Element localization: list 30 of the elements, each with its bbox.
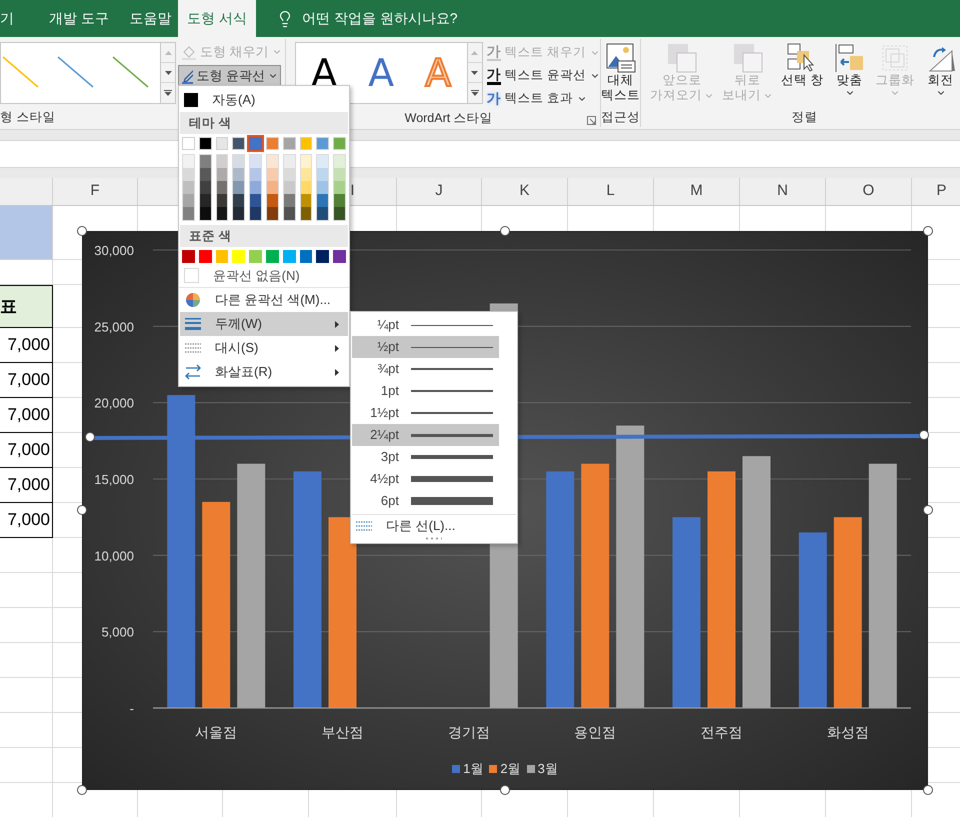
table-cell-text: 7,000 <box>7 439 50 462</box>
section-header: 테마 색 <box>180 112 348 134</box>
category-label: 부산점 <box>322 724 364 740</box>
legend-label: 3월 <box>538 760 558 778</box>
axis-tick-label: 25,000 <box>94 319 134 334</box>
axis-tick-label: 10,000 <box>94 548 134 564</box>
group-label: 정렬 <box>791 109 818 126</box>
category-label: 화성점 <box>826 724 869 740</box>
table-cell-text: 7,000 <box>7 474 50 496</box>
table-cell-text: 7,000 <box>7 369 50 392</box>
category-label: 전주점 <box>700 724 742 740</box>
axis-tick-label: 30,000 <box>94 243 134 258</box>
group-label: WordArt 스타일 <box>404 110 493 127</box>
table-cell-text: 7,000 <box>7 334 50 356</box>
category-label: 용인점 <box>574 724 616 740</box>
axis-tick-label: 20,000 <box>94 396 134 411</box>
text-glyph-icon: 가 <box>486 91 501 106</box>
axis-tick-label: - <box>130 701 134 716</box>
axis-tick-label: 15,000 <box>94 472 134 487</box>
legend-label: 2월 <box>500 760 521 778</box>
group-label: 형 스타일 <box>0 109 56 126</box>
legend-label: 1월 <box>463 760 484 778</box>
category-label: 경기점 <box>448 724 490 740</box>
axis-tick-label: 5,000 <box>101 624 134 640</box>
section-header: 표준 색 <box>180 225 348 247</box>
group-label: 접근성 <box>601 109 640 126</box>
table-header-cell-text: 표 <box>0 296 17 318</box>
table-cell-text: 7,000 <box>7 509 50 532</box>
category-label: 서울점 <box>195 724 238 740</box>
table-cell-text: 7,000 <box>7 404 50 426</box>
